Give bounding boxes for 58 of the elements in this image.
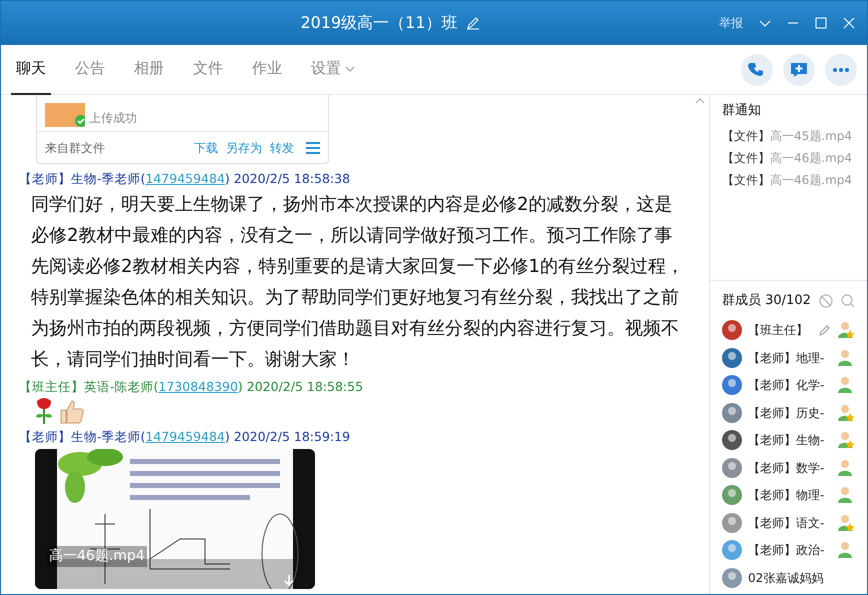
notice-title: 群通知	[722, 102, 762, 120]
member-item[interactable]: 【老师】历史-	[722, 399, 855, 426]
member-item[interactable]: 02张嘉诚妈妈	[722, 564, 855, 592]
avatar-icon	[722, 512, 742, 533]
tab[interactable]: 作业	[247, 44, 287, 94]
message-header: 【老师】生物-季老师(1479459484) 2020/2/5 18:59:19	[19, 428, 352, 446]
file-action-link[interactable]: 转发	[270, 138, 294, 156]
rose-icon	[34, 396, 54, 424]
close-icon[interactable]	[843, 17, 855, 29]
member-item[interactable]: 【老师】地理-	[722, 344, 855, 372]
avatar-icon	[722, 320, 742, 340]
more-icon	[833, 68, 849, 72]
collapse-icon[interactable]	[695, 97, 705, 105]
avatar-icon	[722, 348, 742, 368]
avatar-icon	[722, 485, 742, 506]
maximize-icon[interactable]	[815, 17, 827, 29]
tab[interactable]: 文件	[188, 44, 228, 94]
member-item[interactable]: 【老师】生物-	[722, 426, 855, 454]
file-action-link[interactable]: 下载	[194, 138, 218, 156]
window-title: 2019级高一（11）班	[300, 12, 458, 34]
file-icon	[45, 103, 85, 127]
notice-item[interactable]: 【文件】高一46题.mp4	[722, 168, 855, 190]
edit-icon[interactable]	[466, 16, 480, 30]
avatar-icon	[722, 402, 742, 423]
download-icon[interactable]	[283, 575, 295, 588]
report-button[interactable]: 举报	[719, 14, 743, 32]
avatar-icon	[722, 458, 742, 478]
member-item[interactable]: 【老师】政治-	[722, 536, 855, 564]
message-header: 【老师】生物-季老师(1479459484) 2020/2/5 18:58:38	[19, 170, 352, 188]
phone-icon	[748, 60, 766, 78]
message-text: 同学们好，明天要上生物课了，扬州市本次授课的内容是必修2的减数分裂，这是必修2教材中最难的内容，没有之一，所以请同学做好预习工作。预习工作除了事先阅读必修2教材相关内容，特别重要的是请大家回复一下必修1的有丝分裂过程，特别掌握染色体的相关知识。为了帮助同学们更好地复习有丝分裂，我找出了之前为扬州市拍的两段视频，方便同学们借助题目对有丝分裂的内容进行复习。视频不长，请同学们抽时间看一下。谢谢大家！	[30, 192, 685, 372]
member-item[interactable]: 【老师】数学-	[722, 454, 855, 482]
message-header: 【班主任】英语-陈老师(1730848390) 2020/2/5 18:58:55	[19, 378, 364, 396]
hide-icon[interactable]	[819, 294, 833, 308]
more-button[interactable]	[825, 54, 857, 86]
avatar-icon	[722, 540, 742, 560]
members-title: 群成员 30/102	[722, 292, 811, 310]
notice-item[interactable]: 【文件】高一45题.mp4	[722, 124, 855, 146]
member-item[interactable]: 【老师】物理-	[722, 482, 855, 509]
avatar-icon	[722, 375, 742, 396]
tab[interactable]: 公告	[70, 44, 110, 94]
search-icon[interactable]	[841, 294, 855, 308]
chat-plus-icon	[790, 60, 808, 78]
menu-icon[interactable]	[306, 142, 320, 154]
add-chat-button[interactable]	[783, 54, 815, 86]
file-source: 来自群文件	[45, 140, 106, 156]
file-action-link[interactable]: 另存为	[226, 138, 262, 156]
tab[interactable]: 相册	[129, 44, 169, 94]
avatar-icon	[722, 568, 742, 588]
upload-status: 上传成功	[89, 110, 137, 127]
notice-item[interactable]: 【文件】高一46题.mp4	[722, 146, 855, 168]
pencil-icon[interactable]	[818, 324, 831, 337]
avatar-icon	[722, 430, 742, 450]
member-item[interactable]: 【班主任】	[722, 316, 855, 344]
tab[interactable]: 设置	[306, 44, 360, 94]
member-item[interactable]: 【老师】语文-	[722, 509, 855, 536]
member-item[interactable]: 【老师】化学-	[722, 372, 855, 399]
phone-button[interactable]	[741, 54, 773, 86]
